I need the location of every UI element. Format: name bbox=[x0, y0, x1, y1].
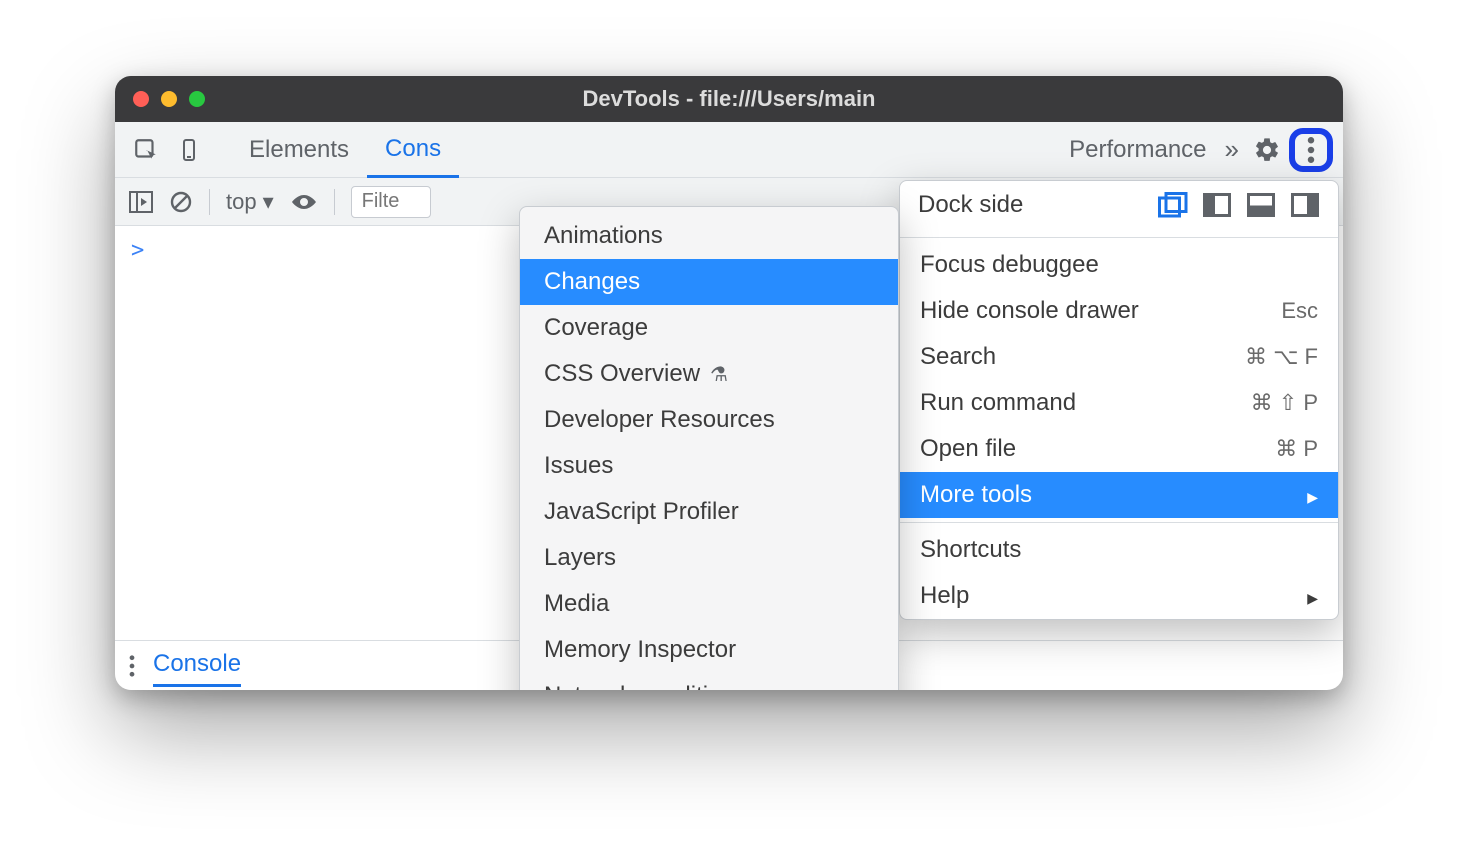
drawer-kebab-icon[interactable] bbox=[129, 655, 135, 677]
menu-more-tools[interactable]: More tools bbox=[900, 472, 1338, 518]
dock-right-icon[interactable] bbox=[1290, 192, 1320, 218]
tool-changes[interactable]: Changes bbox=[520, 259, 898, 305]
context-label: top bbox=[226, 189, 257, 215]
tool-developer-resources[interactable]: Developer Resources bbox=[520, 397, 898, 443]
menu-shortcuts[interactable]: Shortcuts bbox=[900, 527, 1338, 573]
menu-run-command[interactable]: Run command⌘ ⇧ P bbox=[900, 380, 1338, 426]
tab-console[interactable]: Cons bbox=[367, 123, 459, 178]
toolbar-separator bbox=[334, 189, 335, 215]
settings-icon[interactable] bbox=[1253, 136, 1281, 164]
devtools-window: DevTools - file:///Users/main Elements C… bbox=[115, 76, 1343, 690]
toolbar-separator bbox=[209, 189, 210, 215]
device-toolbar-icon[interactable] bbox=[177, 137, 201, 163]
dock-bottom-icon[interactable] bbox=[1246, 192, 1276, 218]
minimize-window-button[interactable] bbox=[161, 91, 177, 107]
dock-left-icon[interactable] bbox=[1202, 192, 1232, 218]
window-controls bbox=[133, 91, 205, 107]
tool-layers[interactable]: Layers bbox=[520, 535, 898, 581]
filter-input[interactable]: Filte bbox=[351, 186, 431, 218]
tool-issues[interactable]: Issues bbox=[520, 443, 898, 489]
window-title: DevTools - file:///Users/main bbox=[115, 86, 1343, 112]
chevron-down-icon: ▾ bbox=[263, 189, 274, 215]
filter-placeholder: Filte bbox=[362, 190, 400, 213]
close-window-button[interactable] bbox=[133, 91, 149, 107]
tool-animations[interactable]: Animations bbox=[520, 213, 898, 259]
menu-separator bbox=[900, 522, 1338, 523]
dock-side-row: Dock side bbox=[900, 181, 1338, 233]
more-tools-submenu: Animations Changes Coverage CSS Overview… bbox=[519, 206, 899, 690]
tabs-overflow-button[interactable]: » bbox=[1211, 134, 1253, 165]
tab-elements[interactable]: Elements bbox=[231, 122, 367, 177]
tab-performance[interactable]: Performance bbox=[1051, 122, 1210, 177]
menu-focus-debuggee[interactable]: Focus debuggee bbox=[900, 242, 1338, 288]
clear-console-icon[interactable] bbox=[169, 190, 193, 214]
submenu-arrow-icon bbox=[1307, 582, 1318, 610]
menu-help[interactable]: Help bbox=[900, 573, 1338, 619]
dock-side-label: Dock side bbox=[918, 191, 1023, 219]
dock-undock-icon[interactable] bbox=[1158, 192, 1188, 218]
context-selector[interactable]: top ▾ bbox=[226, 189, 274, 215]
tool-css-overview[interactable]: CSS Overview⚗ bbox=[520, 351, 898, 397]
menu-hide-console-drawer[interactable]: Hide console drawerEsc bbox=[900, 288, 1338, 334]
tool-media[interactable]: Media bbox=[520, 581, 898, 627]
inspect-element-icon[interactable] bbox=[133, 137, 159, 163]
customize-devtools-button[interactable] bbox=[1289, 128, 1333, 172]
menu-open-file[interactable]: Open file⌘ P bbox=[900, 426, 1338, 472]
devtools-tabstrip: Elements Cons Performance » bbox=[115, 122, 1343, 178]
menu-separator bbox=[900, 237, 1338, 238]
menu-search[interactable]: Search⌘ ⌥ F bbox=[900, 334, 1338, 380]
customize-menu: Dock side Focus debuggee Hide console dr… bbox=[899, 180, 1339, 620]
tool-javascript-profiler[interactable]: JavaScript Profiler bbox=[520, 489, 898, 535]
experiment-flask-icon: ⚗ bbox=[710, 362, 728, 387]
drawer-tab-console[interactable]: Console bbox=[153, 650, 241, 687]
tool-coverage[interactable]: Coverage bbox=[520, 305, 898, 351]
highlight-ring bbox=[1289, 128, 1333, 172]
window-titlebar: DevTools - file:///Users/main bbox=[115, 76, 1343, 122]
tool-memory-inspector[interactable]: Memory Inspector bbox=[520, 627, 898, 673]
submenu-arrow-icon bbox=[1307, 481, 1318, 509]
sidebar-toggle-icon[interactable] bbox=[129, 191, 153, 213]
live-expression-icon[interactable] bbox=[290, 192, 318, 212]
zoom-window-button[interactable] bbox=[189, 91, 205, 107]
tool-network-conditions[interactable]: Network conditions bbox=[520, 673, 898, 690]
